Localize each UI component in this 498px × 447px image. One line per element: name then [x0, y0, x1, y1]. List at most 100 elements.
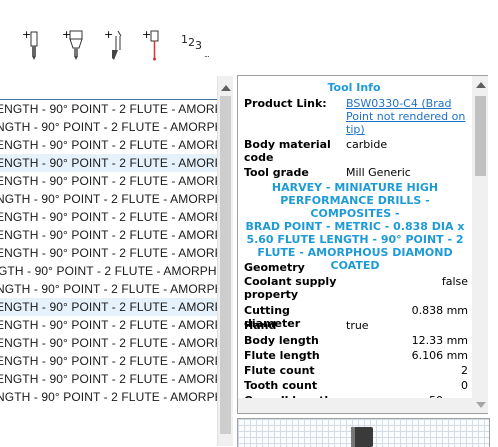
tool-list-row-text: ENGTH - 90° POINT - 2 FLUTE - AMORPHOUS	[0, 228, 217, 242]
tool-list-row[interactable]: GTH - 90° POINT - 2 FLUTE - AMORPHOUS	[0, 262, 217, 280]
tool-grade-value: Mill Generic	[346, 166, 411, 179]
coolant-supply-label-line2: property	[244, 288, 299, 301]
tool-list-row[interactable]: ENGTH - 90° POINT - 2 FLUTE - AMORPHOUS	[0, 100, 217, 118]
tool-list-row-text: ENGTH - 90° POINT - 2 FLUTE - AMORPHOUS	[0, 102, 217, 116]
tool-list-scrollbar[interactable]	[217, 76, 233, 446]
insert-probe-icon[interactable]: +	[142, 28, 164, 62]
hand-value: true	[346, 319, 369, 332]
tool-description-line: PERFORMANCE DRILLS - COMPOSITES -	[280, 194, 430, 220]
tool-list-row[interactable]: ENGTH - 90° POINT - 2 FLUTE - AMORPHOUS	[0, 244, 217, 262]
scroll-up-arrow-icon[interactable]	[221, 85, 231, 91]
tool-description-line: FLUTE - AMORPHOUS DIAMOND	[257, 246, 453, 259]
product-link-line1[interactable]: BSW0330-C4 (Brad	[346, 97, 451, 110]
tooth-count-value: 0	[461, 379, 468, 392]
tool-grade-label: Tool grade	[244, 166, 309, 179]
body-length-value: 12.33 mm	[411, 334, 468, 347]
tool-list-row[interactable]: ENGTH - 90° POINT - 2 FLUTE - AMORPHOUS	[0, 208, 217, 226]
tool-list-row[interactable]: ENGTH - 90° POINT - 2 FLUTE - AMORPHOUS	[0, 226, 217, 244]
tool-list-row-text: ENGTH - 90° POINT - 2 FLUTE - AMORPHOUS	[0, 210, 217, 224]
geometry-section: Geometry	[244, 261, 468, 274]
window-edge	[488, 75, 498, 446]
tool-list-row-text: NGTH - 90° POINT - 2 FLUTE - AMORPHOUS	[0, 282, 217, 296]
tool-preview[interactable]	[237, 418, 490, 447]
tool-list-row-text: ENGTH - 90° POINT - 2 FLUTE - AMORPHOUS	[0, 174, 217, 188]
tool-description-line: 5.60 FLUTE LENGTH - 90° POINT - 2	[246, 233, 464, 246]
svg-text:+: +	[142, 28, 151, 41]
cutting-diameter-value: 0.838 mm	[411, 304, 468, 317]
body-length-label: Body length	[244, 334, 319, 347]
tool-list-row-text: NGTH - 90° POINT - 2 FLUTE - AMORPHOUS	[0, 390, 217, 404]
tool-preview-highlight	[351, 427, 355, 447]
tool-description-line: HARVEY - MINIATURE HIGH	[271, 181, 439, 194]
tool-list-row[interactable]: ENGTH - 90° POINT - 2 FLUTE - AMORPHOUS	[0, 370, 217, 388]
tool-list-row[interactable]: NGTH - 90° POINT - 2 FLUTE - AMORPHOUS	[0, 388, 217, 406]
tool-list-row[interactable]: ENGTH - 90° POINT - 2 FLUTE - AMORPHOUS	[0, 136, 217, 154]
numbering-3: 3	[195, 39, 202, 52]
tool-list-row-text: ENGTH - 90° POINT - 2 FLUTE - AMORPHOUS	[0, 336, 217, 350]
tool-list-row-text: ENGTH - 90° POINT - 2 FLUTE - AMORPHOUS	[0, 138, 217, 152]
tool-list-row-text: ENGTH - 90° POINT - 2 FLUTE - AMORPHOUS	[0, 354, 217, 368]
tool-list-row-text: GTH - 90° POINT - 2 FLUTE - AMORPHOUS	[0, 264, 217, 278]
body-material-label: Body material code	[244, 138, 342, 164]
tool-list-row[interactable]: ENGTH - 90° POINT - 2 FLUTE - AMORPHOUS	[0, 154, 217, 172]
tool-info-title: Tool Info	[327, 81, 381, 94]
body-material-label-line1: Body material	[244, 138, 331, 151]
tool-list-row-text: ENGTH - 90° POINT - 2 FLUTE - AMORPHOUS	[0, 156, 217, 170]
coolant-supply-row: Coolant supply property false	[244, 275, 468, 301]
tool-list-row[interactable]: ENGTH - 90° POINT - 2 FLUTE - AMORPHOUS	[0, 298, 217, 316]
svg-text:+: +	[22, 28, 31, 41]
numbering-1: 1	[181, 33, 188, 46]
product-link[interactable]: BSW0330-C4 (Brad Point not rendered on t…	[346, 97, 468, 136]
product-link-label: Product Link:	[244, 97, 327, 110]
hand-label: Hand	[244, 319, 277, 332]
tool-list-row[interactable]: ENGTH - 90° POINT - 2 FLUTE - AMORPHOUS	[0, 352, 217, 370]
tool-list-row-text: ENGTH - 90° POINT - 2 FLUTE - AMORPHOUS	[0, 372, 217, 386]
tool-list-row-text: ENGTH - 90° POINT - 2 FLUTE - AMORPHOUS	[0, 300, 217, 314]
tool-info-content: Tool Info Product Link: BSW0330-C4 (Brad…	[238, 76, 472, 413]
tool-description: HARVEY - MINIATURE HIGH PERFORMANCE DRILL…	[244, 181, 466, 272]
tool-list-row[interactable]: ENGTH - 90° POINT - 2 FLUTE - AMORPHOUS	[0, 316, 217, 334]
scroll-thumb[interactable]	[475, 96, 486, 176]
tool-list-row[interactable]: NGTH - 90° POINT - 2 FLUTE - AMORPHOUS	[0, 118, 217, 136]
tool-info-horizontal-scrollbar[interactable]	[238, 398, 472, 413]
coolant-supply-value: false	[441, 275, 468, 288]
body-material-row: Body material code carbide	[244, 138, 468, 164]
toolbar: + + + + 123 ...	[0, 0, 498, 72]
flute-count-value: 2	[461, 364, 468, 377]
flute-length-label: Flute length	[244, 349, 320, 362]
body-material-value: carbide	[346, 138, 388, 151]
numbering-dots: ...	[204, 50, 210, 59]
tool-list-row-text: ENGTH - 90° POINT - 2 FLUTE - AMORPHOUS	[0, 318, 217, 332]
tool-list-row-text: NGTH - 90° POINT - 2 FLUTE - AMORPHOUS	[0, 120, 217, 134]
tool-list-row[interactable]: NGTH - 90° POINT - 2 FLUTE - AMORPHOUS	[0, 190, 217, 208]
tool-list-row[interactable]: NGTH - 90° POINT - 2 FLUTE - AMORPHOUS	[0, 280, 217, 298]
scroll-down-arrow-icon[interactable]	[476, 402, 486, 408]
tool-list-row[interactable]: ENGTH - 90° POINT - 2 FLUTE - AMORPHOUS	[0, 334, 217, 352]
flute-count-label: Flute count	[244, 364, 315, 377]
tool-info-panel: Tool Info Product Link: BSW0330-C4 (Brad…	[237, 75, 490, 414]
tool-info-scrollbar[interactable]	[472, 76, 489, 413]
tooth-count-label: Tooth count	[244, 379, 318, 392]
flute-length-value: 6.106 mm	[411, 349, 468, 362]
tool-list-row[interactable]: ENGTH - 90° POINT - 2 FLUTE - AMORPHOUS	[0, 172, 217, 190]
svg-text:+: +	[104, 28, 113, 41]
tool-list-header	[0, 76, 217, 100]
product-link-line3[interactable]: tip)	[346, 123, 365, 136]
insert-assembly-icon[interactable]: +	[104, 28, 126, 62]
tool-list-pane: ENGTH - 90° POINT - 2 FLUTE - AMORPHOUS N…	[0, 76, 233, 446]
tool-list-row-text: ENGTH - 90° POINT - 2 FLUTE - AMORPHOUS	[0, 246, 217, 260]
numbering-2: 2	[188, 36, 195, 49]
scroll-up-arrow-icon[interactable]	[476, 82, 486, 88]
geometry-label: Geometry	[244, 261, 305, 274]
scroll-thumb[interactable]	[220, 96, 231, 434]
renumber-icon[interactable]: 123 ...	[181, 33, 210, 59]
insert-holder-icon[interactable]: +	[62, 28, 88, 62]
product-link-row: Product Link: BSW0330-C4 (Brad Point not…	[244, 97, 468, 136]
product-link-line2[interactable]: Point not rendered on	[346, 110, 465, 123]
tool-description-line: BRAD POINT - METRIC - 0.838 DIA x	[245, 220, 465, 233]
tool-list-row-text: NGTH - 90° POINT - 2 FLUTE - AMORPHOUS	[0, 192, 217, 206]
coolant-supply-label: Coolant supply property	[244, 275, 342, 301]
insert-tool-icon[interactable]: +	[22, 28, 42, 62]
tool-list: ENGTH - 90° POINT - 2 FLUTE - AMORPHOUS N…	[0, 100, 217, 406]
coolant-supply-label-line1: Coolant supply	[244, 275, 337, 288]
